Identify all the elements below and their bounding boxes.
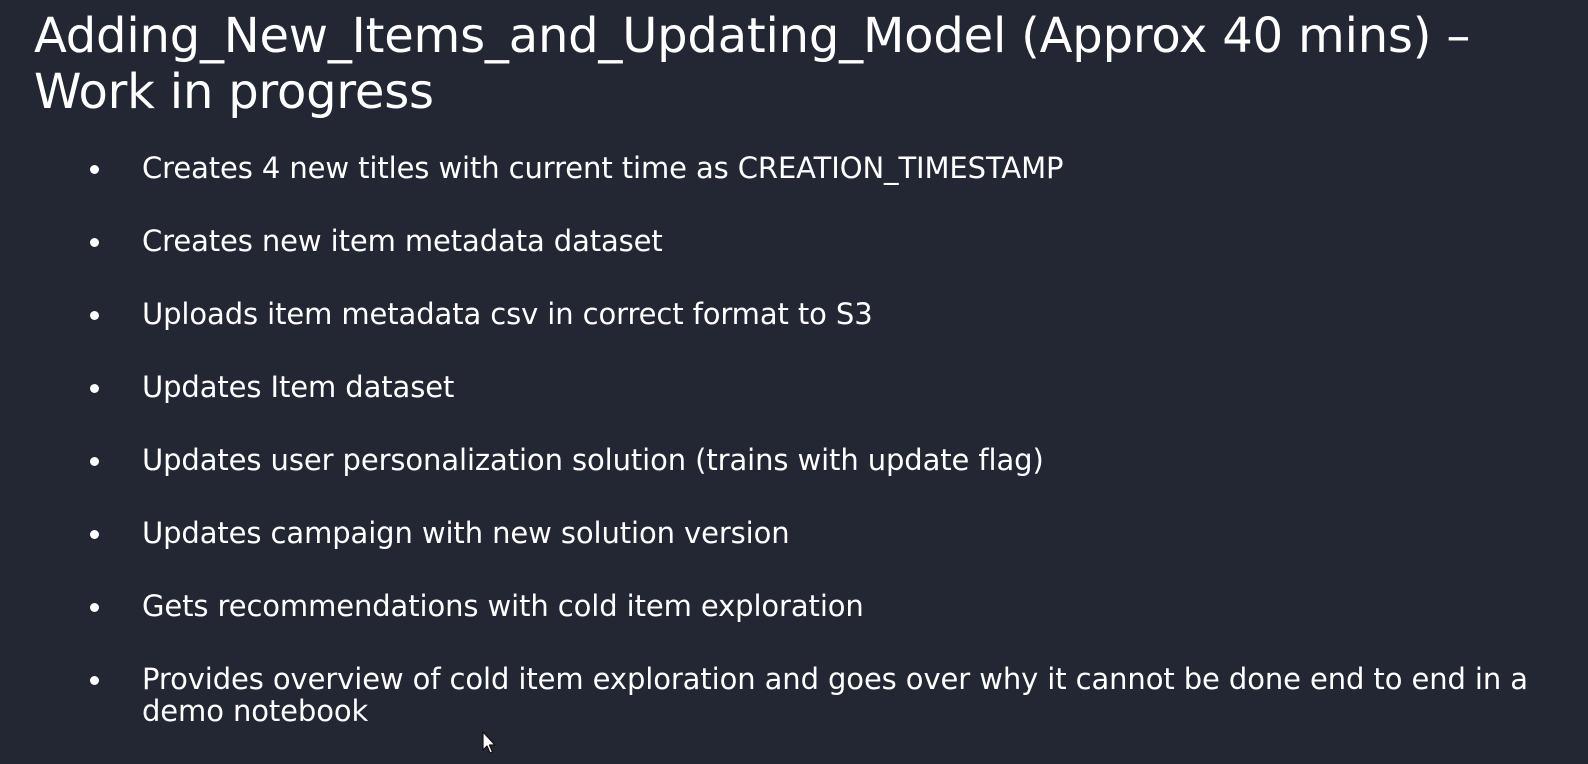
presentation-slide: Adding_New_Items_and_Updating_Model (App… [0, 0, 1588, 764]
bullet-dot-icon [90, 603, 99, 612]
bullet-dot-icon [90, 384, 99, 393]
bullet-item: Uploads item metadata csv in correct for… [88, 298, 1548, 330]
bullet-item: Gets recommendations with cold item expl… [88, 590, 1548, 622]
bullet-item: Creates new item metadata dataset [88, 225, 1548, 257]
bullet-text: Creates new item metadata dataset [142, 224, 663, 258]
bullet-text: Updates user personalization solution (t… [142, 443, 1044, 477]
bullet-dot-icon [90, 311, 99, 320]
bullet-dot-icon [90, 457, 99, 466]
slide-title: Adding_New_Items_and_Updating_Model (App… [34, 8, 1471, 120]
bullet-item: Provides overview of cold item explorati… [88, 663, 1548, 727]
bullet-text: Creates 4 new titles with current time a… [142, 151, 1064, 185]
bullet-item: Updates campaign with new solution versi… [88, 517, 1548, 549]
bullet-text: Uploads item metadata csv in correct for… [142, 297, 873, 331]
bullet-dot-icon [90, 676, 99, 685]
bullet-text: Updates Item dataset [142, 370, 455, 404]
bullet-dot-icon [90, 238, 99, 247]
bullet-item: Updates Item dataset [88, 371, 1548, 403]
mouse-pointer-icon [482, 731, 496, 754]
bullet-text: Gets recommendations with cold item expl… [142, 589, 864, 623]
bullet-item: Creates 4 new titles with current time a… [88, 152, 1548, 184]
bullet-text: Updates campaign with new solution versi… [142, 516, 790, 550]
bullet-text: Provides overview of cold item explorati… [142, 662, 1528, 728]
bullet-list: Creates 4 new titles with current time a… [88, 152, 1548, 727]
bullet-item: Updates user personalization solution (t… [88, 444, 1548, 476]
bullet-dot-icon [90, 165, 99, 174]
bullet-dot-icon [90, 530, 99, 539]
